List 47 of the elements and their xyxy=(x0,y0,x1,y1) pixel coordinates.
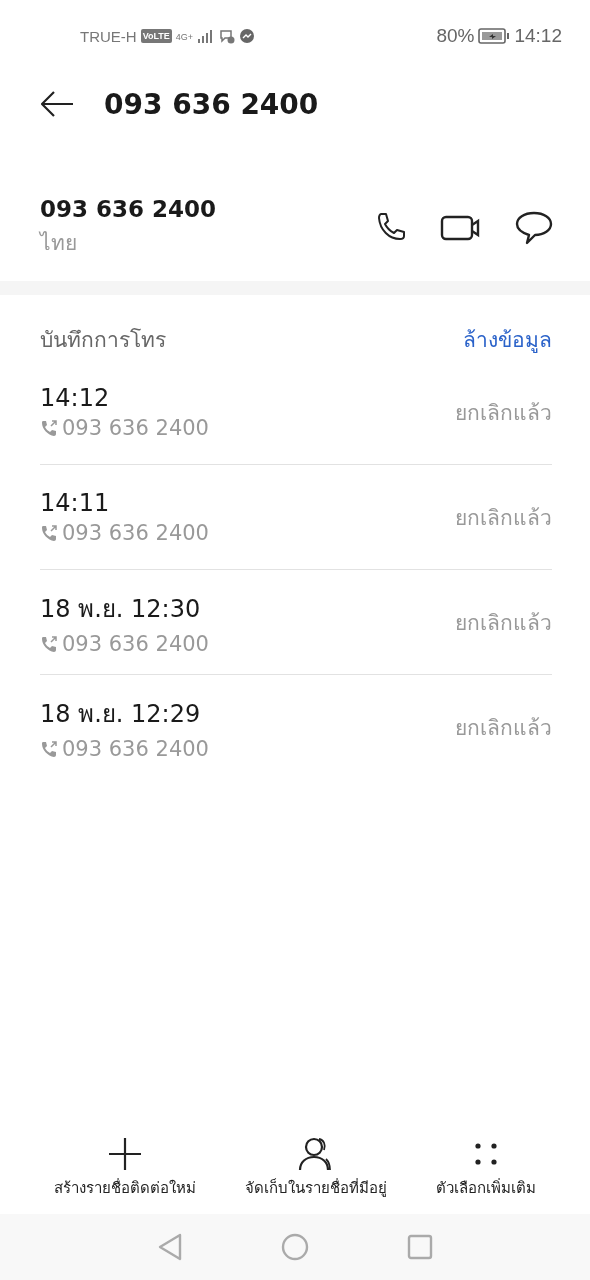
plus-icon xyxy=(107,1136,144,1172)
outgoing-call-icon xyxy=(40,634,58,653)
call-status: ยกเลิกแล้ว xyxy=(455,504,552,532)
call-log-item[interactable]: 18 พ.ย. 12:30 093 636 2400 ยกเลิกแล้ว xyxy=(40,570,552,675)
chat-icon xyxy=(219,28,236,44)
square-icon xyxy=(407,1234,433,1260)
call-status: ยกเลิกแล้ว xyxy=(455,609,552,637)
carrier-name: TRUE-H xyxy=(80,27,137,45)
call-time: 14:11 xyxy=(40,489,111,517)
battery-icon xyxy=(478,28,511,44)
person-icon xyxy=(298,1136,334,1172)
video-call-button[interactable] xyxy=(440,213,482,242)
call-time: 18 พ.ย. 12:29 xyxy=(40,699,202,730)
action-button[interactable]: ตัวเลือกเพิ่มเติม xyxy=(435,1136,536,1200)
outgoing-call-icon xyxy=(40,740,58,758)
phone-number: 093 636 2400 xyxy=(40,196,217,222)
call-status: ยกเลิกแล้ว xyxy=(455,715,552,742)
call-number: 093 636 2400 xyxy=(62,416,209,440)
triangle-icon xyxy=(157,1233,183,1261)
section-title: บันทึกการโทร xyxy=(40,327,166,354)
back-button[interactable] xyxy=(40,90,74,118)
call-time: 14:12 xyxy=(40,384,111,412)
messenger-icon xyxy=(239,28,256,44)
battery-percent: 80% xyxy=(436,25,475,47)
call-time: 18 พ.ย. 12:30 xyxy=(40,593,202,625)
network-type: 4G+ xyxy=(175,31,194,42)
call-log-item[interactable]: 14:11 093 636 2400 ยกเลิกแล้ว xyxy=(40,465,552,570)
clock: 14:12 xyxy=(514,25,562,47)
video-camera-icon xyxy=(440,213,482,242)
speech-bubble-icon xyxy=(514,209,554,246)
back-arrow-icon xyxy=(40,90,74,118)
number-location: ไทย xyxy=(40,230,78,257)
call-status: ยกเลิกแล้ว xyxy=(455,399,552,427)
outgoing-call-icon xyxy=(40,419,58,437)
call-log-item[interactable]: 14:12 093 636 2400 ยกเลิกแล้ว xyxy=(40,360,552,465)
call-number: 093 636 2400 xyxy=(62,737,209,761)
clear-link[interactable]: ล้างข้อมูล xyxy=(463,323,552,356)
call-number: 093 636 2400 xyxy=(62,631,209,656)
call-log-item[interactable]: 18 พ.ย. 12:29 093 636 2400 ยกเลิกแล้ว xyxy=(40,675,552,780)
page-title: 093 636 2400 xyxy=(104,87,319,121)
outgoing-call-icon xyxy=(40,524,58,542)
action-button[interactable]: จัดเก็บในรายชื่อที่มีอยู่ xyxy=(245,1136,387,1200)
message-button[interactable] xyxy=(514,209,554,246)
call-number: 093 636 2400 xyxy=(62,521,209,545)
action-button[interactable]: สร้างรายชื่อติดต่อใหม่ xyxy=(54,1136,197,1200)
volte-badge: VoLTE xyxy=(140,29,172,43)
circle-icon xyxy=(281,1233,309,1261)
